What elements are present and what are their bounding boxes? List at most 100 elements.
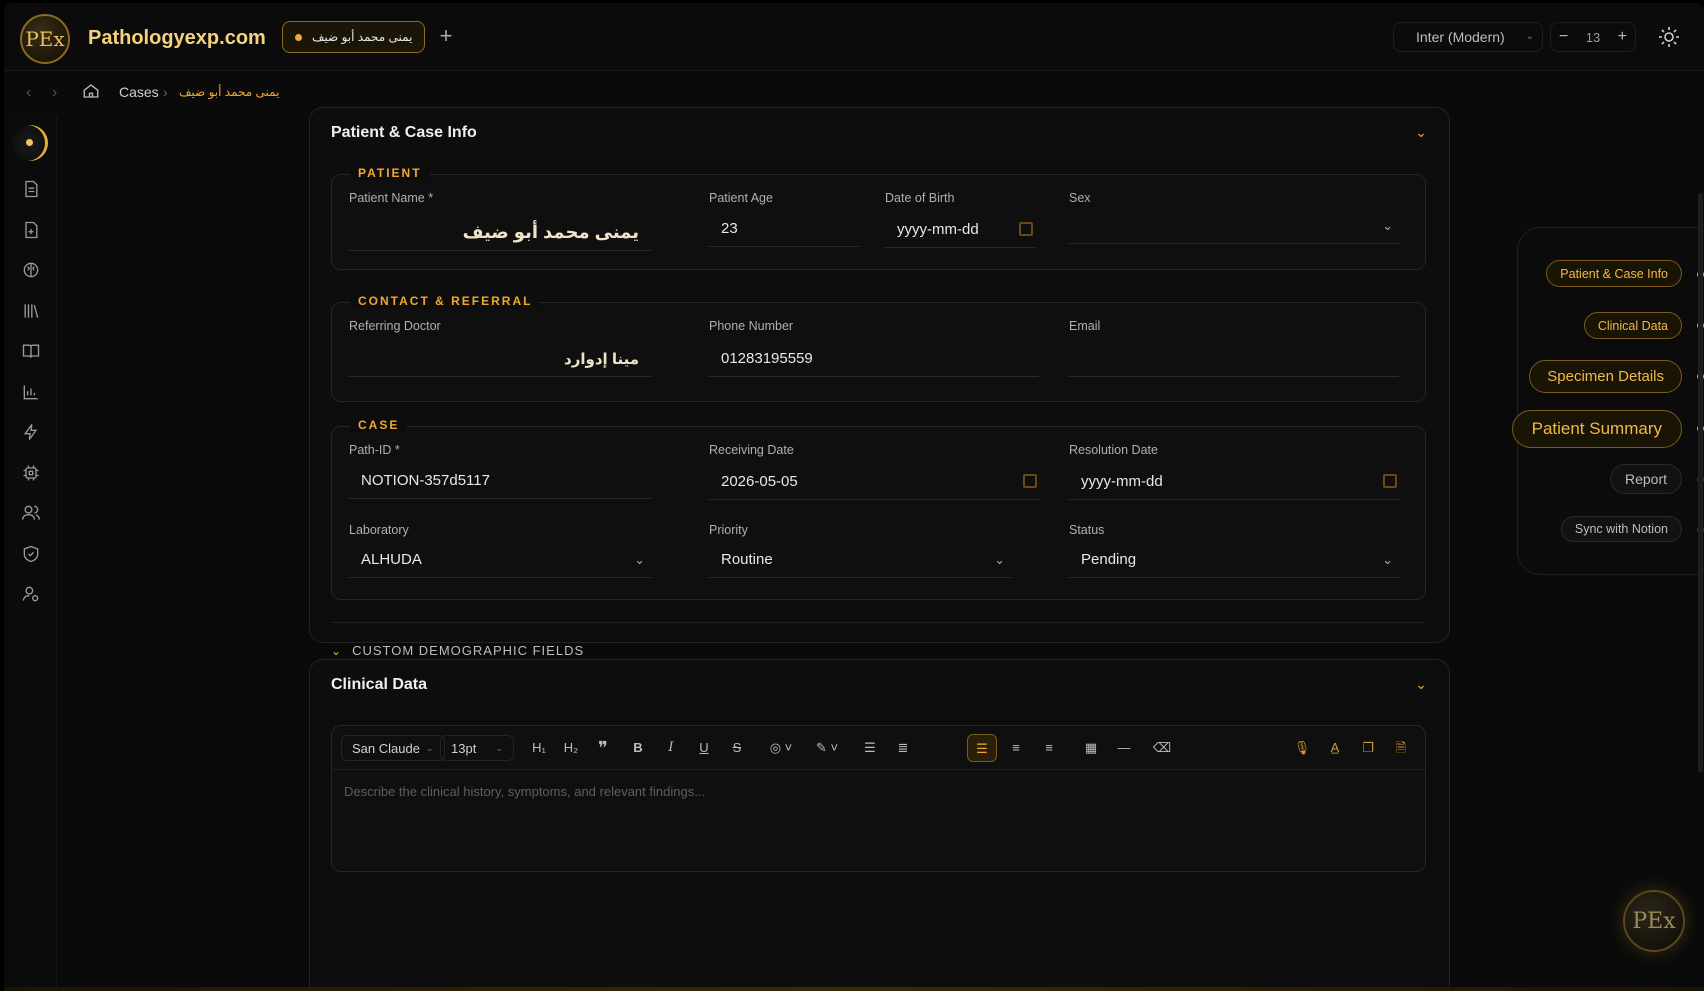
laboratory-select[interactable]: ALHUDA ⌄ [349,542,651,578]
chevron-down-icon: ⌄ [331,643,343,658]
chevron-down-icon: ⌄ [425,742,434,753]
patient-legend: PATIENT [350,166,430,180]
bar-chart-icon[interactable] [21,382,41,402]
patient-case-card: Patient & Case Info ⌄ PATIENT Patient Na… [309,107,1450,658]
document-icon[interactable] [21,179,41,199]
brain-icon[interactable] [21,260,41,280]
phone-input[interactable]: 01283195559 [709,341,1039,377]
path-id-input[interactable]: NOTION-357d5117 [349,463,651,499]
nav-clinical-data[interactable]: Clinical Data [1583,312,1682,339]
align-left-icon[interactable]: ☰ [967,734,997,762]
forward-arrow-icon[interactable]: › [52,84,57,102]
back-arrow-icon[interactable]: ‹ [26,84,31,102]
contact-legend: CONTACT & REFERRAL [350,294,541,308]
nav-patient-case-info[interactable]: Patient & Case Info [1546,260,1682,287]
microphone-icon[interactable]: 🎙︎ [1292,738,1312,758]
nav-patient-summary[interactable]: Patient Summary [1511,410,1682,448]
strikethrough-icon[interactable]: S [727,738,747,758]
table-icon[interactable]: ▦ [1081,738,1101,758]
library-icon[interactable] [21,301,41,321]
chevron-down-icon: ⌄ [634,552,645,567]
breadcrumb-cases[interactable]: Cases [119,84,159,100]
editor-font-select[interactable]: San Claude ⌄ [341,735,445,761]
custom-fields-toggle[interactable]: ⌄ CUSTOM DEMOGRAPHIC FIELDS [331,643,584,658]
italic-icon[interactable]: I [661,738,681,758]
document-tab[interactable]: يمنى محمد أبو ضيف [282,21,426,53]
numbered-list-icon[interactable]: ≣ [893,738,913,758]
chip-icon[interactable] [21,463,41,483]
chevron-down-icon: ⌄ [1382,552,1393,567]
quote-icon[interactable]: ❞ [593,738,613,758]
increase-font-button[interactable]: + [1618,28,1627,46]
collapse-chevron-icon[interactable]: ⌄ [1415,124,1427,141]
nav-sync-notion[interactable]: Sync with Notion [1560,516,1682,542]
priority-select[interactable]: Routine ⌄ [709,542,1011,578]
shield-icon[interactable] [21,544,41,564]
file-import-icon[interactable] [21,220,41,240]
eraser-icon[interactable]: ⌫ [1152,738,1172,758]
clinical-editor-placeholder[interactable]: Describe the clinical history, symptoms,… [344,784,705,799]
status-select[interactable]: Pending ⌄ [1069,542,1399,578]
breadcrumb-separator: › [163,84,168,100]
email-input[interactable] [1069,341,1399,377]
user-settings-icon[interactable] [21,584,41,604]
bold-icon[interactable]: B [628,738,648,758]
bullet-list-icon[interactable]: ☰ [860,738,880,758]
add-tab-button[interactable]: + [434,25,458,49]
copy-icon[interactable]: ❐ [1358,738,1378,758]
path-id-label: Path-ID * [349,443,400,457]
custom-fields-label: CUSTOM DEMOGRAPHIC FIELDS [352,643,585,658]
align-right-icon[interactable]: ≡ [1039,738,1059,758]
receiving-date-input[interactable]: 2026-05-05 [709,464,1039,500]
clinical-editor: San Claude ⌄ 13pt ⌄ H₁ H₂ ❞ B I U S ◎ ˅ ✎ … [331,725,1426,872]
palette-icon[interactable]: ◎ ˅ [766,738,796,758]
dob-label: Date of Birth [885,191,955,205]
heading2-button[interactable]: H₂ [561,738,581,758]
calendar-icon[interactable] [1023,474,1037,488]
app-logo[interactable]: PEx [20,14,70,64]
lightning-icon[interactable] [21,422,41,442]
chevron-down-icon: ⌄ [1525,31,1534,42]
dob-input[interactable]: yyyy-mm-dd [885,212,1035,248]
corner-logo[interactable]: PEx [1623,890,1685,952]
brand-title: Pathologyexp.com [88,27,266,49]
patient-case-title: Patient & Case Info [331,124,477,141]
calendar-icon[interactable] [1019,222,1033,236]
resolution-date-input[interactable]: yyyy-mm-dd [1069,464,1399,500]
spellcheck-icon[interactable]: A̲ [1325,738,1345,758]
phone-label: Phone Number [709,319,794,333]
app-window: PEx Pathologyexp.com يمنى محمد أبو ضيف +… [4,3,1704,991]
email-label: Email [1069,319,1101,333]
home-icon[interactable] [82,82,102,102]
patient-age-input[interactable]: 23 [709,211,859,247]
document-tab-label: يمنى محمد أبو ضيف [312,30,413,44]
chevron-down-icon: ⌄ [495,742,503,753]
patient-name-input[interactable]: يمنى محمد أبو ضيف [349,215,651,251]
nav-report[interactable]: Report [1609,464,1682,494]
font-family-select[interactable]: Inter (Modern) ⌄ [1393,22,1543,52]
underline-icon[interactable]: U [694,738,714,758]
highlighter-icon[interactable]: ✎ ˅ [812,738,842,758]
editor-size-select[interactable]: 13pt ⌄ [440,735,514,761]
export-document-icon[interactable]: 🗎︎ [1391,738,1411,758]
breadcrumb-current: يمنى محمد أبو ضيف [179,85,280,99]
collapse-chevron-icon[interactable]: ⌄ [1415,676,1427,693]
align-center-icon[interactable]: ≡ [1006,738,1026,758]
chevron-down-icon: ⌄ [1382,218,1393,233]
clinical-data-card: Clinical Data ⌄ San Claude ⌄ 13pt ⌄ H₁ H₂ … [309,659,1450,991]
laboratory-label: Laboratory [349,523,409,537]
heading1-button[interactable]: H₁ [529,738,549,758]
horizontal-rule-icon[interactable]: — [1114,738,1134,758]
sun-icon[interactable] [1657,25,1681,49]
decrease-font-button[interactable]: − [1559,28,1568,46]
patient-name-label: Patient Name * [349,191,434,205]
book-icon[interactable] [21,341,41,361]
sex-select[interactable]: ⌄ [1069,208,1399,244]
nav-specimen-details[interactable]: Specimen Details [1529,360,1682,393]
workspace-icon[interactable] [12,125,48,161]
referring-doctor-input[interactable]: مينا إدوارد [349,341,651,377]
editor-toolbar: San Claude ⌄ 13pt ⌄ H₁ H₂ ❞ B I U S ◎ ˅ ✎ … [332,726,1425,770]
calendar-icon[interactable] [1383,474,1397,488]
scrollbar[interactable] [1698,193,1703,773]
users-icon[interactable] [21,503,41,523]
